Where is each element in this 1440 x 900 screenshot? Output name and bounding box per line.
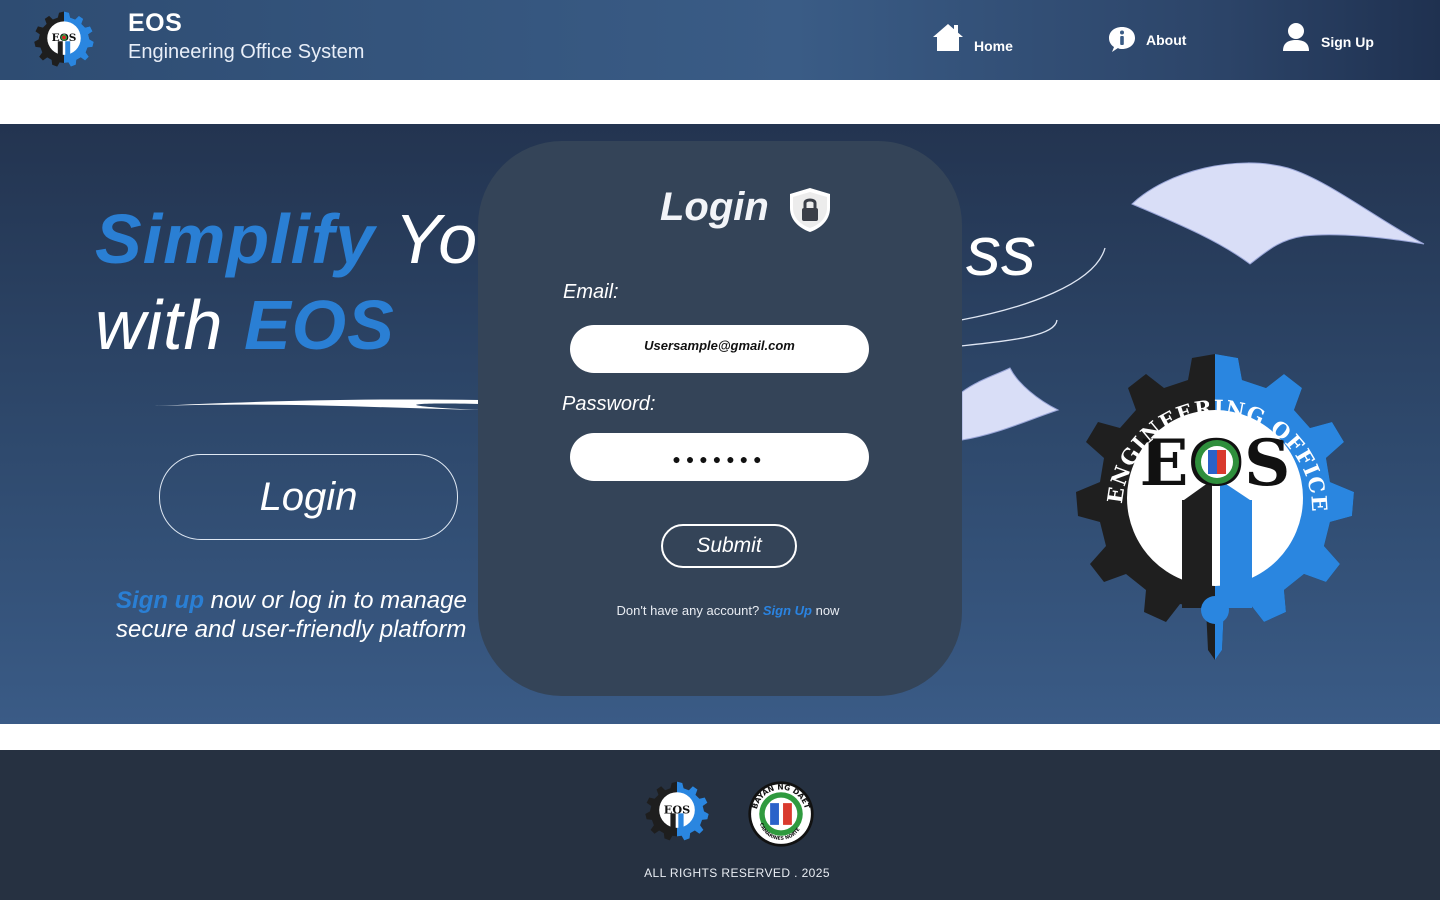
top-navbar: EOS EOS Engineering Office System Home A… — [0, 0, 1440, 80]
email-label: Email: — [563, 281, 619, 303]
signup-prompt: Don't have any account? Sign Up now — [478, 603, 978, 618]
shield-lock-icon — [790, 188, 830, 232]
copyright-text: ALL RIGHTS RESERVED . 2025 — [644, 866, 830, 880]
email-field[interactable] — [570, 325, 869, 373]
login-card: Login Email: Password: ●●●●●●● Submit Do… — [478, 141, 962, 696]
nav-home[interactable]: Home — [932, 20, 1013, 54]
password-dots: ●●●●●●● — [672, 451, 767, 467]
eos-large-logo: EOS ENGINEERING OFFICE SYSTEM — [1062, 350, 1354, 660]
password-label: Password: — [562, 393, 656, 415]
brand-subtitle: Engineering Office System — [128, 41, 365, 63]
submit-button[interactable]: Submit — [661, 524, 797, 568]
signup-prompt-prefix: Don't have any account? — [616, 603, 760, 618]
signup-link[interactable]: Sign Up — [763, 603, 812, 618]
eos-logo-icon[interactable]: EOS — [33, 9, 95, 71]
login-title: Login — [660, 185, 769, 229]
page-footer: EOS BAYAN NG DAET CAMARINES NORTE ALL RI… — [0, 750, 1440, 900]
line2-prefix: with — [95, 286, 224, 364]
nav-home-label: Home — [974, 38, 1013, 54]
nav-about[interactable]: About — [1108, 26, 1186, 52]
flying-paper-small-decoration — [961, 367, 1060, 441]
home-icon — [933, 24, 963, 51]
swoosh-decoration — [154, 399, 480, 410]
flying-paper-decoration — [1131, 162, 1425, 265]
brand-title: EOS — [128, 9, 183, 37]
line2-accent: EOS — [243, 286, 395, 364]
cta-signup-link[interactable]: Sign up — [116, 587, 204, 614]
nav-about-label: About — [1146, 32, 1187, 48]
eos-footer-logo: EOS — [645, 781, 709, 841]
hero-login-button[interactable]: Login — [159, 454, 458, 540]
hero-headline-line2: with EOS — [95, 282, 395, 368]
password-field[interactable]: ●●●●●●● — [570, 433, 869, 481]
info-icon — [1109, 27, 1135, 52]
cta-line2: secure and user-friendly platform — [116, 616, 467, 643]
user-icon — [1283, 23, 1309, 51]
nav-signup-label: Sign Up — [1321, 33, 1374, 50]
cta-line1: now or log in to manage — [210, 587, 467, 614]
signup-prompt-suffix: now — [815, 603, 840, 618]
hero-cta-text: Sign up now or log in to manage secure a… — [116, 586, 496, 644]
motion-lines-decoration — [960, 247, 1106, 347]
bayan-ng-daet-seal-logo: BAYAN NG DAET CAMARINES NORTE — [748, 781, 814, 847]
nav-signup[interactable]: Sign Up — [1282, 22, 1374, 52]
svg-text:EOS: EOS — [664, 802, 690, 816]
headline-accent: Simplify — [95, 200, 376, 278]
